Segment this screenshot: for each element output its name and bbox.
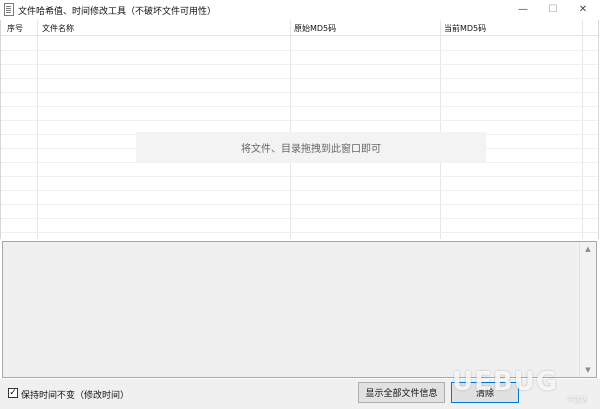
window-title: 文件哈希值、时间修改工具（不破坏文件可用性）	[18, 7, 217, 17]
keep-time-checkbox[interactable]: ✓	[8, 388, 18, 398]
file-info-textbox[interactable]: ▲ ▼	[2, 241, 597, 378]
scroll-up-icon[interactable]: ▲	[580, 242, 596, 256]
row-gridline	[1, 78, 598, 79]
row-gridline	[1, 120, 598, 121]
file-table[interactable]: 序号 文件名称 原始MD5码 当前MD5码 将文件、目录拖拽到此窗口即可	[0, 20, 599, 239]
column-divider	[37, 20, 38, 239]
row-gridline	[1, 106, 598, 107]
column-header-original-md5[interactable]: 原始MD5码	[294, 23, 336, 34]
scroll-down-icon[interactable]: ▼	[580, 363, 596, 377]
watermark-subtitle: 下载站	[566, 396, 587, 404]
document-icon	[4, 3, 14, 16]
row-gridline	[1, 50, 598, 51]
table-header: 序号 文件名称 原始MD5码 当前MD5码	[1, 20, 598, 36]
show-all-file-info-button[interactable]: 显示全部文件信息	[358, 382, 445, 403]
column-header-filename[interactable]: 文件名称	[42, 23, 74, 34]
close-button[interactable]: ✕	[568, 0, 598, 19]
row-gridline	[1, 64, 598, 65]
column-divider	[582, 20, 583, 239]
minimize-button[interactable]: —	[508, 0, 538, 19]
maximize-button[interactable]: ☐	[538, 0, 568, 19]
keep-time-label[interactable]: 保持时间不变（修改时间）	[21, 388, 129, 401]
column-divider	[440, 20, 441, 239]
column-header-index[interactable]: 序号	[7, 23, 23, 34]
row-gridline	[1, 176, 598, 177]
vertical-scrollbar[interactable]: ▲ ▼	[579, 242, 596, 377]
row-gridline	[1, 204, 598, 205]
row-gridline	[1, 92, 598, 93]
row-gridline	[1, 218, 598, 219]
uebug-watermark-logo: UEBUG	[452, 367, 559, 397]
row-gridline	[1, 190, 598, 191]
column-divider	[290, 20, 291, 239]
drop-hint: 将文件、目录拖拽到此窗口即可	[136, 132, 486, 163]
row-gridline	[1, 232, 598, 233]
column-header-current-md5[interactable]: 当前MD5码	[444, 23, 486, 34]
title-bar: 文件哈希值、时间修改工具（不破坏文件可用性） — ☐ ✕	[0, 0, 600, 19]
